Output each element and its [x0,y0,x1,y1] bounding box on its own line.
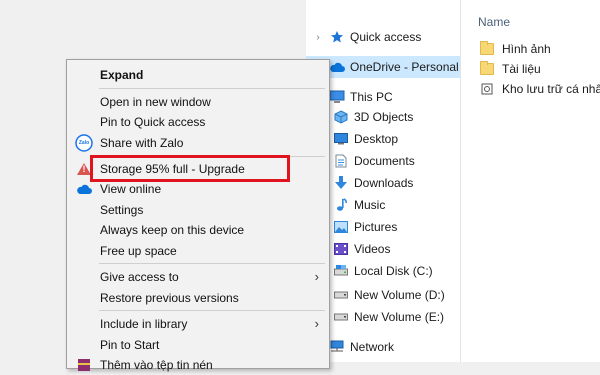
menu-label: Restore previous versions [100,290,239,305]
file-item-kho-luu-tru[interactable]: Kho lưu trữ cá nhân [480,80,600,98]
drive-icon [332,287,350,303]
menu-separator [99,263,325,264]
submenu-arrow-icon: › [314,316,319,331]
menu-label: Give access to [100,269,179,284]
picture-icon [332,219,350,235]
menu-item-restore-versions[interactable]: Restore previous versions [67,287,329,308]
nav-label: Quick access [350,30,422,44]
submenu-arrow-icon: › [314,269,319,284]
menu-label: View online [100,181,162,196]
file-item-hinh-anh[interactable]: Hình ảnh [480,40,551,58]
menu-item-share-zalo[interactable]: Zalo Share with Zalo [67,132,329,153]
download-icon [332,175,350,191]
nav-label: This PC [350,90,393,104]
menu-item-free-up-space[interactable]: Free up space [67,240,329,261]
context-menu: Expand Open in new window Pin to Quick a… [66,59,330,372]
menu-label: Pin to Quick access [100,114,206,129]
menu-item-open-new-window[interactable]: Open in new window [67,91,329,112]
file-item-tai-lieu[interactable]: Tài liệu [480,60,541,78]
nav-label: Videos [354,242,391,256]
chevron-right-icon[interactable]: › [312,32,324,43]
nav-label: New Volume (E:) [354,310,445,324]
menu-label: Expand [100,67,144,82]
menu-item-always-keep[interactable]: Always keep on this device [67,219,329,240]
menu-label: Free up space [100,243,177,258]
video-icon [332,241,350,257]
nav-label: Desktop [354,132,399,146]
nav-item-quick-access[interactable]: › Quick access [306,26,460,48]
menu-item-pin-start[interactable]: Pin to Start [67,334,329,355]
nav-label: Downloads [354,176,414,190]
cube-icon [332,109,350,125]
menu-item-give-access[interactable]: Give access to › [67,266,329,287]
warning-glyph: ! [82,163,86,174]
menu-item-expand[interactable]: Expand [67,64,329,85]
menu-label: Pin to Start [100,337,160,352]
zalo-icon: Zalo [75,133,93,152]
onedrive-cloud-icon [75,180,93,198]
file-name: Tài liệu [502,62,541,76]
storage-warning-highlight [90,155,290,182]
nav-label: Network [350,340,395,354]
nav-label: Music [354,198,386,212]
archive-icon [75,356,93,374]
menu-label: Settings [100,202,144,217]
menu-label: Share with Zalo [100,135,184,150]
menu-label: Always keep on this device [100,222,245,237]
menu-separator [99,310,325,311]
folder-icon [480,61,494,76]
file-name: Kho lưu trữ cá nhân [502,82,600,96]
network-icon [328,339,346,355]
drive-icon [332,263,350,279]
zalo-badge: Zalo [78,139,90,146]
menu-label: Include in library [100,316,188,331]
column-divider[interactable] [460,0,461,30]
nav-label: Pictures [354,220,398,234]
star-icon [328,29,346,45]
file-name: Hình ảnh [502,42,551,56]
menu-item-compress[interactable]: Thêm vào tệp tin nén [67,354,329,375]
nav-label: Documents [354,154,415,168]
cloud-icon [328,59,346,75]
menu-item-include-library[interactable]: Include in library › [67,313,329,334]
menu-separator [99,88,325,89]
drive-icon [332,309,350,325]
menu-label: Open in new window [100,94,211,109]
nav-label: 3D Objects [354,110,414,124]
folder-icon [480,41,494,56]
desktop-icon [332,131,350,147]
menu-label: Thêm vào tệp tin nén [100,357,213,372]
computer-icon [328,89,346,105]
menu-item-pin-quick-access[interactable]: Pin to Quick access [67,111,329,132]
column-header-name[interactable]: Name [478,15,510,29]
vault-icon [480,82,494,96]
nav-label: New Volume (D:) [354,288,445,302]
nav-label: Local Disk (C:) [354,264,433,278]
music-icon [332,197,350,213]
file-explorer-window: › Quick access › OneDrive - Personal ⌄ T… [306,0,600,362]
document-icon [332,153,350,169]
file-list-pane[interactable]: Name Hình ảnh Tài liệu Kho lưu trữ cá nh… [460,0,600,362]
menu-item-settings[interactable]: Settings [67,199,329,220]
nav-label: OneDrive - Personal [350,60,459,74]
